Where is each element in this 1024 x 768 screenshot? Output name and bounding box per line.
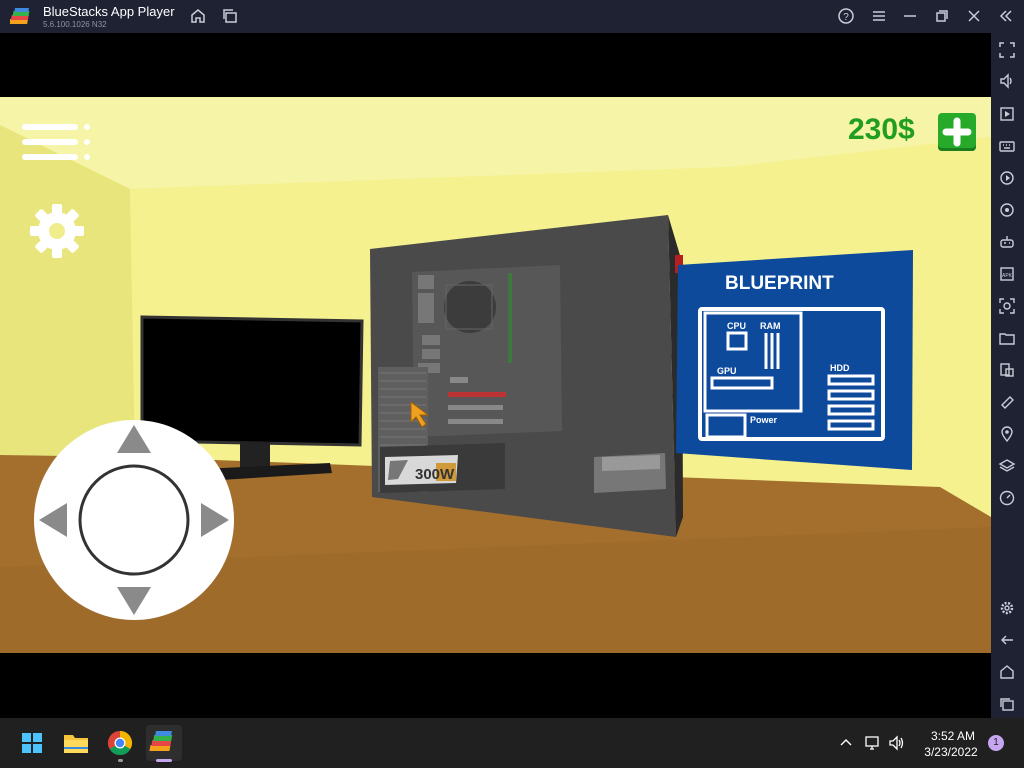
back-icon[interactable] <box>998 631 1016 649</box>
clock-date[interactable]: 3/23/2022 <box>916 745 986 759</box>
chevron-up-icon[interactable] <box>838 735 854 751</box>
menu-icon <box>22 124 90 160</box>
speaker-icon[interactable] <box>888 735 906 751</box>
bluestacks-icon[interactable] <box>146 725 182 762</box>
collapse-sidebar-icon[interactable] <box>996 6 1016 26</box>
cpu-fan <box>444 281 496 333</box>
hamburger-menu-button[interactable] <box>22 124 92 164</box>
title-bar: BlueStacks App Player 5.6.100.1026 N32 ? <box>0 0 1024 33</box>
clock-time[interactable]: 3:52 AM <box>922 729 984 743</box>
menu-icon[interactable] <box>869 6 889 26</box>
keyboard-controls-icon[interactable] <box>998 137 1016 155</box>
start-icon[interactable] <box>14 725 50 761</box>
ram-label: RAM <box>760 321 781 331</box>
performance-icon[interactable] <box>998 489 1016 507</box>
cpu-label: CPU <box>727 321 746 331</box>
fullscreen-icon[interactable] <box>998 41 1016 59</box>
power-label: Power <box>750 415 778 425</box>
volume-icon[interactable] <box>998 72 1016 90</box>
settings-icon[interactable] <box>998 599 1016 617</box>
recent-apps-icon[interactable] <box>998 695 1016 713</box>
plus-icon <box>942 117 972 147</box>
chrome-icon[interactable] <box>102 725 138 762</box>
settings-button[interactable] <box>28 202 86 260</box>
minimize-icon[interactable] <box>900 6 920 26</box>
multi-instance-icon[interactable] <box>220 6 240 26</box>
add-money-button[interactable] <box>938 113 976 151</box>
svg-text:APK: APK <box>1002 273 1013 279</box>
game-viewport[interactable]: 300W BLUEPRINT CPU RAM GPU Power HDD 230… <box>0 97 991 653</box>
network-icon[interactable] <box>864 735 882 751</box>
restore-icon[interactable] <box>932 6 952 26</box>
psu-wattage-label: 300W <box>415 466 455 483</box>
home-icon[interactable] <box>188 6 208 26</box>
macro-icon[interactable] <box>998 169 1016 187</box>
bluestacks-sidebar: APK <box>991 33 1024 718</box>
location-icon[interactable] <box>998 425 1016 443</box>
money-counter: 230$ <box>848 113 915 146</box>
eco-mode-icon[interactable] <box>998 393 1016 411</box>
hdd-label: HDD <box>830 363 850 373</box>
folder-icon[interactable] <box>998 329 1016 347</box>
layers-icon[interactable] <box>998 457 1016 475</box>
gpu-label: GPU <box>717 366 737 376</box>
svg-text:?: ? <box>843 12 849 23</box>
arrow-right-icon[interactable] <box>201 503 229 537</box>
arrow-left-icon[interactable] <box>39 503 67 537</box>
pcie-slot <box>448 392 506 397</box>
gear-icon <box>30 204 84 258</box>
close-icon[interactable] <box>964 6 984 26</box>
ram-slot <box>508 273 512 363</box>
media-icon[interactable] <box>998 105 1016 123</box>
file-explorer-icon[interactable] <box>58 725 94 761</box>
help-icon[interactable]: ? <box>836 6 856 26</box>
arrow-down-icon[interactable] <box>117 587 151 615</box>
arrow-up-icon[interactable] <box>117 425 151 453</box>
movement-joystick[interactable] <box>34 420 234 620</box>
window-title: BlueStacks App Player <box>43 4 175 19</box>
blueprint-title: BLUEPRINT <box>725 273 834 294</box>
android-home-icon[interactable] <box>998 663 1016 681</box>
screenshot-icon[interactable] <box>998 297 1016 315</box>
bluestacks-logo-icon <box>9 8 32 26</box>
app-version: 5.6.100.1026 N32 <box>43 20 107 29</box>
apk-icon[interactable]: APK <box>998 265 1016 283</box>
windows-taskbar: 3:52 AM 3/23/2022 1 <box>0 718 1024 768</box>
notification-badge[interactable]: 1 <box>988 735 1004 751</box>
gamepad-icon[interactable] <box>998 233 1016 251</box>
joystick-knob[interactable] <box>78 464 190 576</box>
sync-icon[interactable] <box>998 201 1016 219</box>
multi-window-icon[interactable] <box>998 361 1016 379</box>
